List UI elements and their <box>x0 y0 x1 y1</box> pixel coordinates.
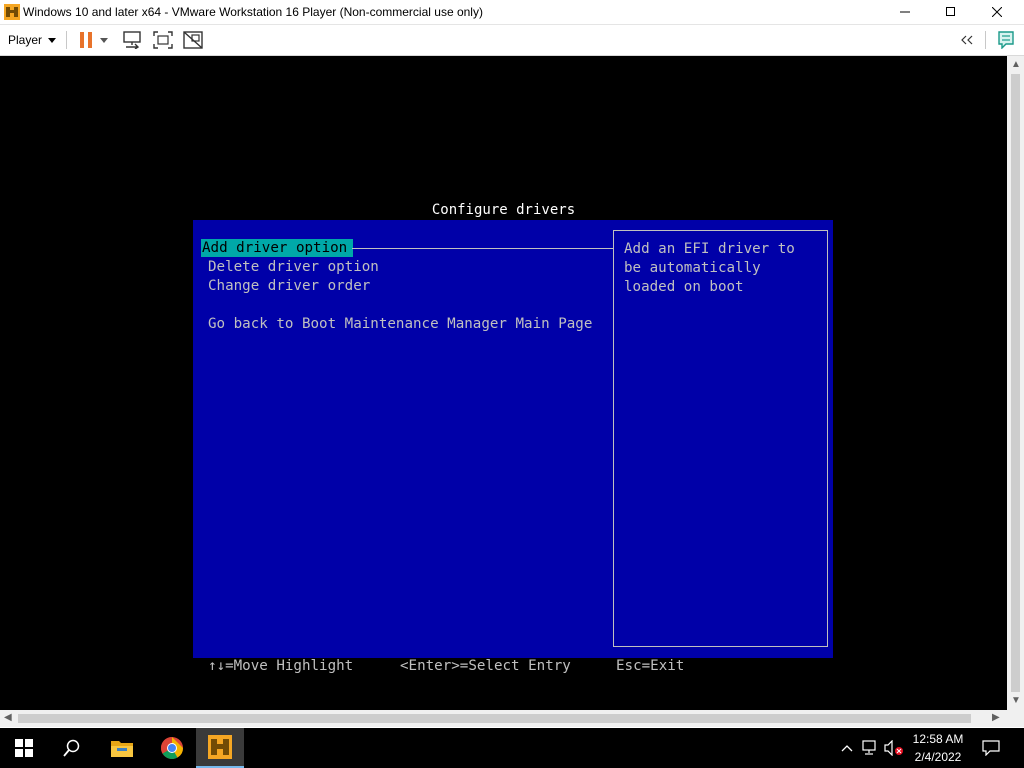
start-button[interactable] <box>0 728 48 768</box>
power-dropdown-button[interactable] <box>97 28 111 52</box>
vmware-player-taskbar-button[interactable] <box>196 728 244 768</box>
highlight-connector-line <box>352 248 613 249</box>
close-button[interactable] <box>974 0 1020 24</box>
vertical-scrollbar[interactable]: ▲ ▼ <box>1007 56 1024 710</box>
full-screen-button[interactable] <box>151 28 175 52</box>
chevron-down-icon <box>48 37 57 43</box>
clock-time: 12:58 AM <box>912 732 964 746</box>
menu-item-change-driver-order[interactable]: Change driver order <box>208 277 370 295</box>
message-log-icon <box>998 31 1014 49</box>
show-hidden-icons-button[interactable] <box>837 738 857 758</box>
back-arrows-icon <box>961 35 973 45</box>
message-log-button[interactable] <box>994 28 1018 52</box>
search-icon <box>63 739 80 757</box>
horizontal-scrollbar[interactable]: ◀ ▶ <box>0 710 1007 727</box>
footer-select-entry: <Enter>=Select Entry <box>400 658 571 674</box>
action-center-button[interactable] <box>981 738 1001 758</box>
send-ctrl-alt-del-button[interactable] <box>120 28 144 52</box>
volume-muted-icon <box>884 740 903 756</box>
unity-icon <box>183 31 203 49</box>
start-icon <box>15 739 33 757</box>
menu-item-delete-driver-option[interactable]: Delete driver option <box>208 258 379 276</box>
scroll-up-icon[interactable]: ▲ <box>1011 60 1021 70</box>
chevron-up-icon <box>841 745 853 752</box>
scroll-down-icon[interactable]: ▼ <box>1011 696 1021 706</box>
notifications-icon <box>982 740 1000 756</box>
help-text-line: be automatically <box>624 260 761 276</box>
scroll-right-icon[interactable]: ▶ <box>992 713 1000 723</box>
bios-page-title: Configure drivers <box>431 202 576 218</box>
unity-button[interactable] <box>181 28 205 52</box>
vmware-player-icon <box>208 735 232 759</box>
scrollbar-corner <box>1007 710 1024 727</box>
pause-icon <box>80 32 92 48</box>
maximize-icon <box>946 7 955 16</box>
horizontal-scroll-thumb[interactable] <box>18 714 971 723</box>
maximize-button[interactable] <box>928 0 974 24</box>
bios-panel: Add driver option Delete driver option C… <box>193 220 833 658</box>
footer-exit: Esc=Exit <box>616 658 685 674</box>
minimize-icon <box>900 11 910 13</box>
chrome-button[interactable] <box>148 728 196 768</box>
scroll-left-icon[interactable]: ◀ <box>4 713 12 723</box>
network-icon <box>862 740 876 755</box>
chrome-icon <box>161 737 183 759</box>
minimize-button[interactable] <box>882 0 928 24</box>
window-titlebar: Windows 10 and later x64 - VMware Workst… <box>0 0 1024 25</box>
full-screen-icon <box>153 31 173 49</box>
collapse-toolbar-button[interactable] <box>955 28 979 52</box>
toolbar-divider <box>66 31 67 49</box>
footer-move-highlight: ↑↓=Move Highlight <box>208 658 354 674</box>
pause-button[interactable] <box>74 28 98 52</box>
volume-tray-button[interactable] <box>884 738 904 758</box>
search-button[interactable] <box>48 728 96 768</box>
help-box: Add an EFI driver to be automatically lo… <box>613 230 828 647</box>
vmware-app-icon <box>4 4 20 20</box>
window-title: Windows 10 and later x64 - VMware Workst… <box>23 5 483 19</box>
menu-item-go-back[interactable]: Go back to Boot Maintenance Manager Main… <box>208 315 592 333</box>
dropdown-arrow-icon <box>100 37 108 43</box>
player-menu-button[interactable]: Player <box>4 29 60 51</box>
help-text-line: Add an EFI driver to <box>624 241 795 257</box>
network-tray-button[interactable] <box>861 738 881 758</box>
file-explorer-icon <box>111 741 133 757</box>
vm-screen[interactable]: Configure drivers Add driver option Dele… <box>0 56 1007 710</box>
help-text-line: loaded on boot <box>624 279 744 295</box>
player-toolbar: Player <box>0 25 1024 56</box>
windows-taskbar: 12:58 AM 2/4/2022 <box>0 728 1024 768</box>
menu-item-add-driver-option[interactable]: Add driver option <box>201 239 354 257</box>
system-clock[interactable]: 12:58 AM 2/4/2022 <box>906 730 970 766</box>
toolbar-divider <box>985 31 986 49</box>
clock-date: 2/4/2022 <box>914 750 962 764</box>
send-ctrl-alt-del-icon <box>123 31 141 49</box>
close-icon <box>992 7 1002 17</box>
player-menu-label: Player <box>8 33 43 47</box>
vertical-scroll-thumb[interactable] <box>1011 74 1020 692</box>
file-explorer-button[interactable] <box>98 728 146 768</box>
